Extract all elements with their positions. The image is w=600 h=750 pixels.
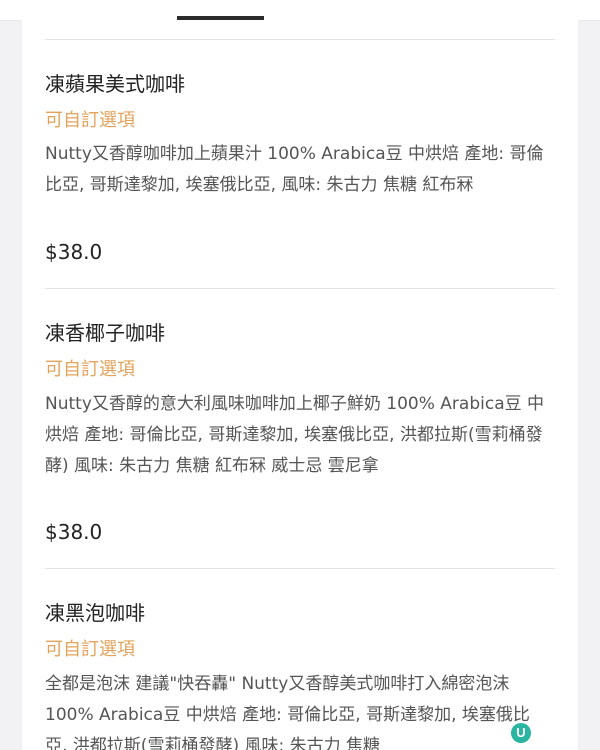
u-logo-icon[interactable]: U [511,723,531,743]
customizable-label: 可自訂選項 [45,359,135,380]
item-name: 凍蘋果美式咖啡 [45,72,185,96]
divider [45,288,555,289]
item-name: 凍黑泡咖啡 [45,601,145,625]
top-tab-bar [0,0,600,21]
customizable-label: 可自訂選項 [45,110,135,131]
item-description: Nutty又香醇的意大利風味咖啡加上椰子鮮奶 100% Arabica豆 中烘焙… [45,394,545,476]
item-description: Nutty又香醇咖啡加上蘋果汁 100% Arabica豆 中烘焙 產地: 哥倫… [45,144,544,195]
divider [45,39,555,40]
item-price: $38.0 [45,520,103,544]
divider [45,568,555,569]
menu-screen: 凍蘋果美式咖啡 可自訂選項 Nutty又香醇咖啡加上蘋果汁 100% Arabi… [0,0,600,750]
customizable-label: 可自訂選項 [45,639,135,660]
item-description: 全都是泡沫 建議"快吞轟" Nutty又香醇美式咖啡打入綿密泡沫 100% Ar… [45,674,530,750]
item-name: 凍香椰子咖啡 [45,321,165,345]
item-price: $38.0 [45,240,103,264]
